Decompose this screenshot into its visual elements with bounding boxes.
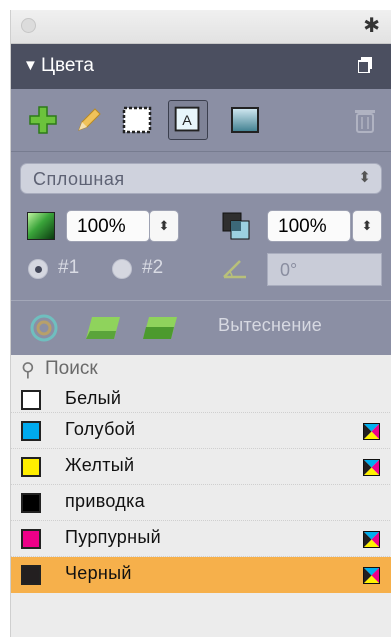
trash-icon[interactable] — [349, 104, 381, 136]
color-2-label: #2 — [142, 257, 164, 278]
cmyk-process-icon — [363, 566, 380, 584]
palette-titlebar: ✱ — [11, 10, 391, 44]
search-input[interactable]: Поиск — [45, 358, 98, 380]
swatch-name: Голубой — [65, 419, 136, 439]
overlap-color-icon[interactable] — [221, 211, 251, 241]
close-button[interactable] — [21, 18, 36, 33]
text-color-icon: A — [174, 106, 200, 132]
blend-mode-icon[interactable] — [29, 313, 59, 343]
palette-menu-icon[interactable] — [358, 57, 372, 73]
list-item[interactable]: Белый — [11, 386, 391, 413]
color-swatch-icon — [21, 457, 41, 477]
palette-toolbar: A — [11, 89, 391, 152]
swatch-list: Белый Голубой Желтый приводка Пурпурный Черны… — [11, 386, 391, 593]
gradient-color-icon[interactable] — [27, 212, 55, 240]
swatch-name: Черный — [65, 563, 132, 583]
opacity-field-2[interactable]: 100% — [267, 210, 351, 242]
colors-controls: A Сплошная ⬍ 100% ⬍ 100% ⬍ #1 #2 0° Выте… — [11, 89, 391, 355]
swatch-name: Белый — [65, 388, 122, 408]
color-2-radio[interactable] — [112, 259, 132, 279]
palette-title: Цвета — [41, 55, 94, 76]
edit-color-icon[interactable] — [73, 104, 105, 136]
color-swatch-icon — [21, 493, 41, 513]
color-swatch-icon — [21, 565, 41, 585]
color-1-label: #1 — [58, 257, 80, 278]
search-bar[interactable]: ⚲ Поиск — [11, 355, 391, 386]
frame-color-icon[interactable] — [121, 104, 153, 136]
angle-field[interactable]: 0° — [267, 253, 382, 286]
opacity-field-1[interactable]: 100% — [66, 210, 150, 242]
knockout-icon[interactable] — [141, 315, 179, 341]
color-swatch-icon — [21, 529, 41, 549]
add-color-icon[interactable] — [27, 104, 59, 136]
angle-icon — [223, 260, 246, 279]
opacity-stepper-1[interactable]: ⬍ — [149, 210, 179, 242]
list-item[interactable]: Пурпурный — [11, 521, 391, 557]
opacity-stepper-2[interactable]: ⬍ — [352, 210, 382, 242]
overprint-icon[interactable] — [84, 315, 122, 341]
list-item[interactable]: Голубой — [11, 413, 391, 449]
gear-icon[interactable]: ✱ — [363, 16, 380, 36]
text-color-button[interactable]: A — [168, 100, 208, 140]
fill-type-select[interactable]: Сплошная ⬍ — [20, 163, 382, 194]
fill-type-value: Сплошная — [33, 169, 125, 189]
colors-palette: ✱ ▼ Цвета A Сплошная ⬍ 100% ⬍ 100% ⬍ #1 … — [10, 10, 391, 637]
cmyk-process-icon — [363, 422, 380, 440]
swatch-name: Желтый — [65, 455, 135, 475]
color-swatch-icon — [21, 421, 41, 441]
divider — [11, 300, 391, 301]
swatch-name: Пурпурный — [65, 527, 161, 547]
background-color-icon[interactable] — [229, 104, 261, 136]
palette-header[interactable]: ▼ Цвета — [11, 44, 391, 89]
cmyk-process-icon — [363, 458, 380, 476]
cmyk-process-icon — [363, 530, 380, 548]
search-icon: ⚲ — [21, 360, 35, 381]
chevron-updown-icon: ⬍ — [358, 169, 371, 186]
knockout-label[interactable]: Вытеснение — [218, 315, 322, 336]
list-item[interactable]: приводка — [11, 485, 391, 521]
collapse-triangle-icon[interactable]: ▼ — [23, 57, 38, 74]
color-1-radio[interactable] — [28, 259, 48, 279]
list-item[interactable]: Черный — [11, 557, 391, 593]
svg-text:A: A — [182, 113, 192, 129]
list-item[interactable]: Желтый — [11, 449, 391, 485]
swatch-name: приводка — [65, 491, 145, 511]
color-swatch-icon — [21, 389, 41, 410]
